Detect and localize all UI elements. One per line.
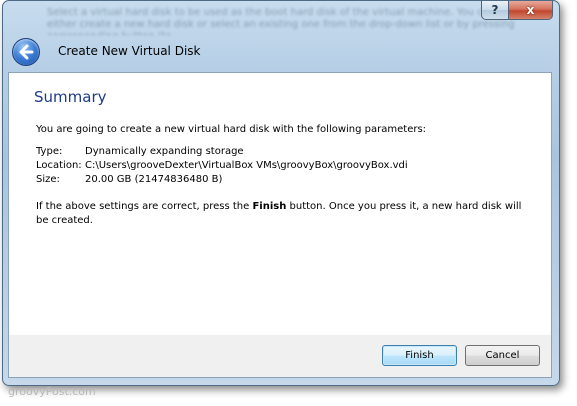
dialog-window: Select a virtual hard disk to be used as… (2, 0, 560, 386)
summary-page: Summary You are going to create a new vi… (8, 72, 552, 336)
param-value: 20.00 GB (21474836480 B) (85, 174, 223, 185)
intro-text: You are going to create a new virtual ha… (36, 124, 427, 135)
caption-buttons: ? x (481, 1, 553, 20)
param-value: Dynamically expanding storage (85, 146, 244, 157)
parameters-list: Type: Dynamically expanding storage Loca… (36, 145, 408, 187)
instruction-text-start: If the above settings are correct, press… (36, 201, 253, 212)
page-heading: Summary (34, 88, 107, 106)
button-bar: Finish Cancel (8, 335, 552, 378)
window-title: Create New Virtual Disk (58, 44, 201, 58)
finish-button[interactable]: Finish (382, 345, 457, 366)
cancel-button[interactable]: Cancel (465, 345, 540, 366)
background-window-text: Select a virtual hard disk to be used as… (47, 7, 515, 35)
watermark: groovyPost.com (8, 385, 96, 398)
instruction-text-finish: Finish (252, 201, 287, 212)
param-row-size: Size: 20.00 GB (21474836480 B) (36, 173, 408, 187)
param-label: Size: (36, 174, 60, 185)
back-arrow-icon (19, 44, 34, 60)
back-button[interactable] (12, 38, 40, 66)
param-label: Type: (36, 146, 63, 157)
instruction-text: If the above settings are correct, press… (36, 200, 536, 228)
param-row-location: Location: C:\Users\grooveDexter\VirtualB… (36, 159, 408, 173)
help-icon: ? (491, 3, 499, 17)
screen: Select a virtual hard disk to be used as… (0, 0, 577, 406)
param-value: C:\Users\grooveDexter\VirtualBox VMs\gro… (85, 160, 408, 171)
close-icon: x (526, 3, 535, 17)
param-row-type: Type: Dynamically expanding storage (36, 145, 408, 159)
help-button[interactable]: ? (481, 1, 509, 20)
param-label: Location: (36, 160, 82, 171)
close-button[interactable]: x (509, 1, 553, 20)
